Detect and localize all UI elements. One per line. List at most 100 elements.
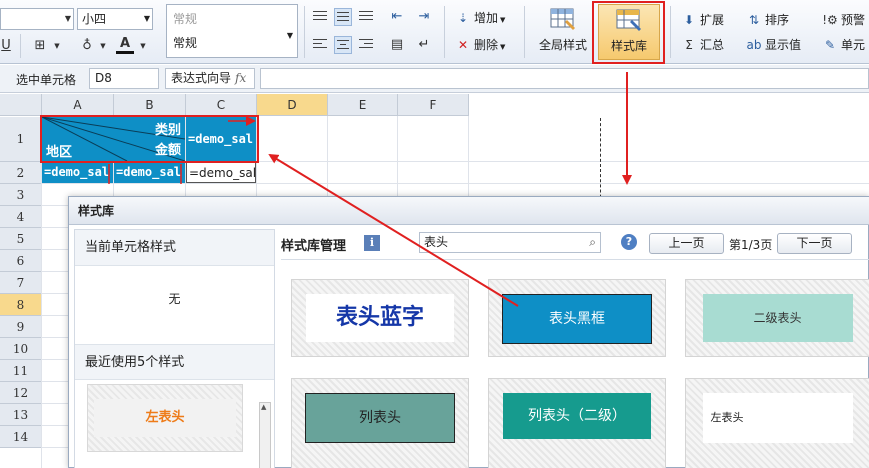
warning-label: 预警	[841, 13, 866, 27]
delete-button[interactable]: ✕ 删除 ▼	[455, 35, 505, 55]
style-search-input[interactable]: 表头 ⌕	[419, 232, 601, 253]
row-header-6[interactable]: 6	[0, 250, 42, 272]
column-header-b[interactable]: B	[114, 94, 186, 116]
column-header-a[interactable]: A	[42, 94, 114, 116]
row-header-11[interactable]: 11	[0, 360, 42, 382]
row-header-7[interactable]: 7	[0, 272, 42, 294]
number-format-placeholder: 常规	[173, 12, 198, 26]
underline-icon[interactable]: U	[0, 36, 12, 56]
summary-button[interactable]: Σ 汇总	[681, 35, 724, 55]
row-header-14[interactable]: 14	[0, 426, 42, 448]
cell-c2[interactable]: =demo_sale	[186, 162, 256, 183]
column-header-e[interactable]: E	[328, 94, 398, 116]
row-header-2[interactable]: 2	[0, 162, 42, 184]
show-value-icon: ab	[746, 38, 762, 52]
chevron-down-icon: ▼	[500, 43, 506, 51]
row-header-3[interactable]: 3	[0, 184, 42, 206]
next-page-button[interactable]: 下一页	[777, 233, 852, 254]
indent-increase-icon[interactable]: ⇥	[414, 7, 434, 27]
info-icon[interactable]: i	[364, 235, 380, 251]
page-indicator: 第1/3页	[729, 238, 773, 252]
chevron-down-icon[interactable]: ▼	[52, 36, 62, 56]
global-style-button[interactable]: 全局样式	[532, 4, 594, 60]
divider	[20, 34, 21, 58]
prev-page-button[interactable]: 上一页	[649, 233, 724, 254]
column-header-f[interactable]: F	[398, 94, 469, 116]
style-card-preview: 左表头	[702, 393, 853, 443]
align-center-icon[interactable]	[334, 36, 352, 54]
style-card[interactable]: 左表头	[685, 378, 869, 468]
row-header-5[interactable]: 5	[0, 228, 42, 250]
chevron-down-icon: ▼	[143, 14, 150, 23]
chevron-down-icon[interactable]: ▼	[62, 8, 74, 30]
add-button[interactable]: ⇣ 增加 ▼	[455, 8, 505, 28]
recent-style-preview: 左表头	[94, 399, 236, 437]
select-all-corner[interactable]	[0, 94, 42, 116]
row-header-9[interactable]: 9	[0, 316, 42, 338]
font-color-icon[interactable]: A	[116, 34, 134, 54]
cell-edit-icon: ✎	[824, 38, 836, 52]
cell-button[interactable]: ✎ 单元	[822, 35, 865, 55]
merge-cells-icon[interactable]: ▤	[387, 35, 407, 55]
row-header-8[interactable]: 8	[0, 294, 42, 316]
delete-icon: ✕	[457, 38, 469, 52]
border-icon[interactable]: ⊞	[30, 36, 50, 56]
chevron-down-icon[interactable]: ▼	[138, 36, 148, 56]
current-style-heading: 当前单元格样式	[75, 230, 274, 266]
show-value-button[interactable]: ab 显示值	[746, 35, 802, 55]
fill-color-icon[interactable]: ♁	[78, 36, 96, 56]
align-top-icon[interactable]	[311, 8, 329, 26]
row-header-1[interactable]: 1	[0, 117, 42, 162]
number-format-value: 常规	[173, 36, 198, 50]
row-header-4[interactable]: 4	[0, 206, 42, 228]
formula-input[interactable]	[260, 68, 869, 89]
indent-decrease-icon[interactable]: ⇤	[387, 7, 407, 27]
divider	[304, 6, 305, 58]
style-card-preview: 表头蓝字	[306, 294, 454, 342]
align-left-icon[interactable]	[311, 36, 329, 54]
expand-button[interactable]: ⬇ 扩展	[681, 10, 724, 30]
cell-c2-value: =demo_sale	[189, 166, 256, 180]
expression-wizard-button[interactable]: 表达式向导 fx	[165, 68, 255, 89]
style-card[interactable]: 二级表头	[685, 279, 869, 357]
style-card[interactable]: 表头蓝字	[291, 279, 469, 357]
row-header-13[interactable]: 13	[0, 404, 42, 426]
cell-a2-value: =demo_sal	[44, 165, 110, 179]
expand-icon: ⬇	[683, 13, 695, 27]
cell-b2[interactable]: =demo_sal	[114, 162, 185, 183]
search-icon[interactable]: ⌕	[589, 233, 596, 252]
column-header-d[interactable]: D	[257, 94, 328, 116]
current-style-value: 无	[168, 292, 181, 306]
align-middle-icon[interactable]	[334, 8, 352, 26]
warning-button[interactable]: !⚙ 预警	[822, 10, 865, 30]
style-card[interactable]: 表头黑框	[488, 279, 666, 357]
chevron-down-icon[interactable]: ▼	[98, 36, 108, 56]
style-library-manage-title: 样式库管理	[281, 239, 347, 254]
annotation-highlight-box	[40, 115, 259, 163]
recent-style-card[interactable]: 左表头	[87, 384, 243, 452]
align-bottom-icon[interactable]	[357, 8, 375, 26]
show-value-label: 显示值	[765, 38, 802, 52]
warning-icon: !⚙	[822, 13, 838, 27]
chevron-down-icon: ▼	[500, 16, 506, 24]
summary-label: 汇总	[700, 38, 725, 52]
cell-b2-value: =demo_sal	[116, 165, 182, 179]
align-right-icon[interactable]	[357, 36, 375, 54]
global-style-label: 全局样式	[538, 38, 587, 52]
sort-button[interactable]: ⇅ 排序	[746, 10, 789, 30]
row-header-12[interactable]: 12	[0, 382, 42, 404]
cell-reference-input[interactable]: D8	[89, 68, 159, 89]
help-icon[interactable]: ?	[621, 234, 637, 250]
divider	[281, 259, 869, 260]
scroll-up-icon[interactable]: ▲	[261, 403, 266, 411]
cell-a2[interactable]: =demo_sal	[42, 162, 113, 183]
number-format-select[interactable]: 常规 常规 ▼	[166, 4, 298, 58]
expand-label: 扩展	[700, 13, 725, 27]
wrap-text-icon[interactable]: ↵	[414, 35, 434, 55]
style-card[interactable]: 列表头（二级）	[488, 378, 666, 468]
column-header-c[interactable]: C	[186, 94, 257, 116]
font-size-select[interactable]: 小四 ▼	[77, 8, 153, 30]
left-panel-scrollbar[interactable]: ▲	[259, 402, 271, 468]
style-card[interactable]: 列表头	[291, 378, 469, 468]
row-header-10[interactable]: 10	[0, 338, 42, 360]
